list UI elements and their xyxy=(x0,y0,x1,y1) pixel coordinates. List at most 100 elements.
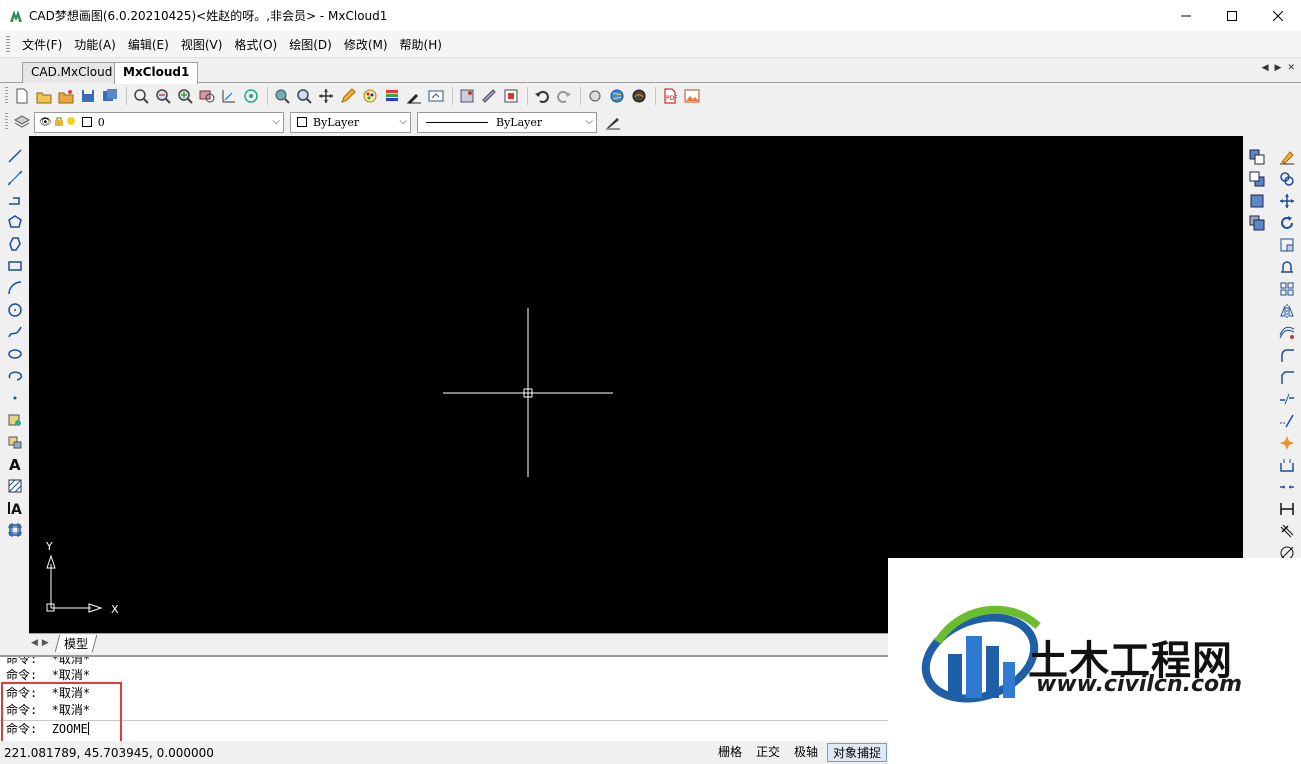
menu-help[interactable]: 帮助(H) xyxy=(394,36,448,53)
explode-icon[interactable] xyxy=(1277,433,1297,453)
grid-toggle[interactable]: 栅格 xyxy=(713,743,747,762)
zoom-extents-icon[interactable] xyxy=(219,86,239,106)
fillet-icon[interactable] xyxy=(1277,345,1297,365)
layer-sun-icon[interactable] xyxy=(66,116,76,129)
table-icon[interactable] xyxy=(5,520,25,540)
line-icon[interactable] xyxy=(5,146,25,166)
zoom-out-icon[interactable] xyxy=(153,86,173,106)
tab-model[interactable]: 模型 xyxy=(54,634,98,652)
magnifier-icon[interactable] xyxy=(294,86,314,106)
menu-modify[interactable]: 修改(M) xyxy=(338,36,394,53)
bring-above-icon[interactable] xyxy=(1247,191,1267,211)
scale-icon[interactable] xyxy=(1277,235,1297,255)
zoom-realtime-icon[interactable] xyxy=(131,86,151,106)
move-cross-icon[interactable] xyxy=(316,86,336,106)
chevron-down-icon[interactable]: ⌵ xyxy=(272,116,280,127)
open-folder-icon[interactable] xyxy=(56,86,76,106)
menu-format[interactable]: 格式(O) xyxy=(228,36,283,53)
move-icon[interactable] xyxy=(1277,191,1297,211)
properties-icon[interactable] xyxy=(426,86,446,106)
minimize-button[interactable] xyxy=(1163,0,1209,31)
tab-scroll-right-icon[interactable]: ▶ xyxy=(1275,63,1282,73)
tab-scroll-left-icon[interactable]: ◀ xyxy=(1262,63,1269,73)
layers-stack-icon[interactable] xyxy=(382,86,402,106)
array-icon[interactable] xyxy=(1277,279,1297,299)
pdf-icon[interactable]: PDF xyxy=(660,86,680,106)
menu-grip[interactable] xyxy=(6,36,10,52)
undo-icon[interactable] xyxy=(532,86,552,106)
new-file-icon[interactable] xyxy=(12,86,32,106)
ellipse-icon[interactable] xyxy=(5,344,25,364)
hatch-icon[interactable] xyxy=(5,476,25,496)
tab-cad-mxcloud[interactable]: CAD.MxCloud xyxy=(22,62,122,83)
send-back-icon[interactable] xyxy=(1247,169,1267,189)
globe-icon[interactable] xyxy=(607,86,627,106)
stretch-icon[interactable] xyxy=(1277,257,1297,277)
open-file-icon[interactable] xyxy=(34,86,54,106)
grid-tool-icon[interactable] xyxy=(457,86,477,106)
maximize-button[interactable] xyxy=(1209,0,1255,31)
break-icon[interactable] xyxy=(1277,389,1297,409)
menu-view[interactable]: 视图(V) xyxy=(175,36,229,53)
bring-front-icon[interactable] xyxy=(1247,147,1267,167)
palette-icon[interactable] xyxy=(360,86,380,106)
close-button[interactable] xyxy=(1255,0,1301,31)
multiline-text-icon[interactable]: A xyxy=(5,498,25,518)
match-properties-icon[interactable] xyxy=(404,86,424,106)
ortho-toggle[interactable]: 正交 xyxy=(751,743,785,762)
zoom-window-icon[interactable] xyxy=(197,86,217,106)
tab-close-icon[interactable]: ✕ xyxy=(1287,63,1295,73)
sheet-next-icon[interactable]: ▶ xyxy=(42,638,49,648)
extend-icon[interactable] xyxy=(1277,455,1297,475)
rotate-icon[interactable] xyxy=(1277,213,1297,233)
tab-mxcloud1[interactable]: MxCloud1 xyxy=(114,62,199,84)
layer-lock-icon[interactable] xyxy=(54,116,64,129)
lineweight-icon[interactable] xyxy=(603,112,623,132)
redo-icon[interactable] xyxy=(554,86,574,106)
menu-function[interactable]: 功能(A) xyxy=(68,36,122,53)
command-window[interactable]: 命令: *取消* 命令: *取消* 命令: *取消* 命令: *取消* 命令: … xyxy=(0,655,889,741)
color-select[interactable]: ByLayer ⌵ xyxy=(290,111,411,133)
cloud-icon[interactable] xyxy=(629,86,649,106)
mirror-icon[interactable] xyxy=(1277,301,1297,321)
toolbar-grip[interactable] xyxy=(5,113,8,131)
linetype-select[interactable]: ByLayer ⌵ xyxy=(417,111,597,133)
chevron-down-icon[interactable]: ⌵ xyxy=(399,116,407,127)
print-preview-icon[interactable] xyxy=(501,86,521,106)
trim-icon[interactable] xyxy=(1277,411,1297,431)
erase-icon[interactable] xyxy=(1277,147,1297,167)
zoom-previous-icon[interactable] xyxy=(241,86,261,106)
pencil-icon[interactable] xyxy=(338,86,358,106)
toolbar-grip[interactable] xyxy=(5,87,8,105)
dimension-aligned-icon[interactable] xyxy=(1277,521,1297,541)
polygon-icon[interactable] xyxy=(5,212,25,232)
send-under-icon[interactable] xyxy=(1247,213,1267,233)
osnap-toggle[interactable]: 对象捕捉 xyxy=(826,743,887,762)
polygon-alt-icon[interactable] xyxy=(5,234,25,254)
join-icon[interactable] xyxy=(1277,477,1297,497)
save-all-icon[interactable] xyxy=(100,86,120,106)
point-icon[interactable] xyxy=(5,388,25,408)
insert-block-icon[interactable] xyxy=(5,410,25,430)
spline-icon[interactable] xyxy=(5,322,25,342)
arc-icon[interactable] xyxy=(5,278,25,298)
command-input-row[interactable]: 命令: ZOOME xyxy=(0,720,889,738)
image-export-icon[interactable] xyxy=(682,86,702,106)
circle-icon[interactable] xyxy=(5,300,25,320)
menu-file[interactable]: 文件(F) xyxy=(16,36,68,53)
measure-icon[interactable] xyxy=(479,86,499,106)
ellipse-arc-icon[interactable] xyxy=(5,366,25,386)
menu-edit[interactable]: 编辑(E) xyxy=(122,36,175,53)
copy-icon[interactable] xyxy=(1277,169,1297,189)
offset-icon[interactable] xyxy=(1277,323,1297,343)
chevron-down-icon[interactable]: ⌵ xyxy=(585,116,593,127)
polar-toggle[interactable]: 极轴 xyxy=(789,743,823,762)
sheet-prev-icon[interactable]: ◀ xyxy=(31,638,38,648)
chamfer-icon[interactable] xyxy=(1277,367,1297,387)
layer-visible-icon[interactable]: 👁 xyxy=(39,117,52,128)
construction-line-icon[interactable] xyxy=(5,168,25,188)
polyline-icon[interactable] xyxy=(5,190,25,210)
dimension-linear-icon[interactable] xyxy=(1277,499,1297,519)
text-icon[interactable]: A xyxy=(5,454,25,474)
plugin-icon[interactable] xyxy=(585,86,605,106)
